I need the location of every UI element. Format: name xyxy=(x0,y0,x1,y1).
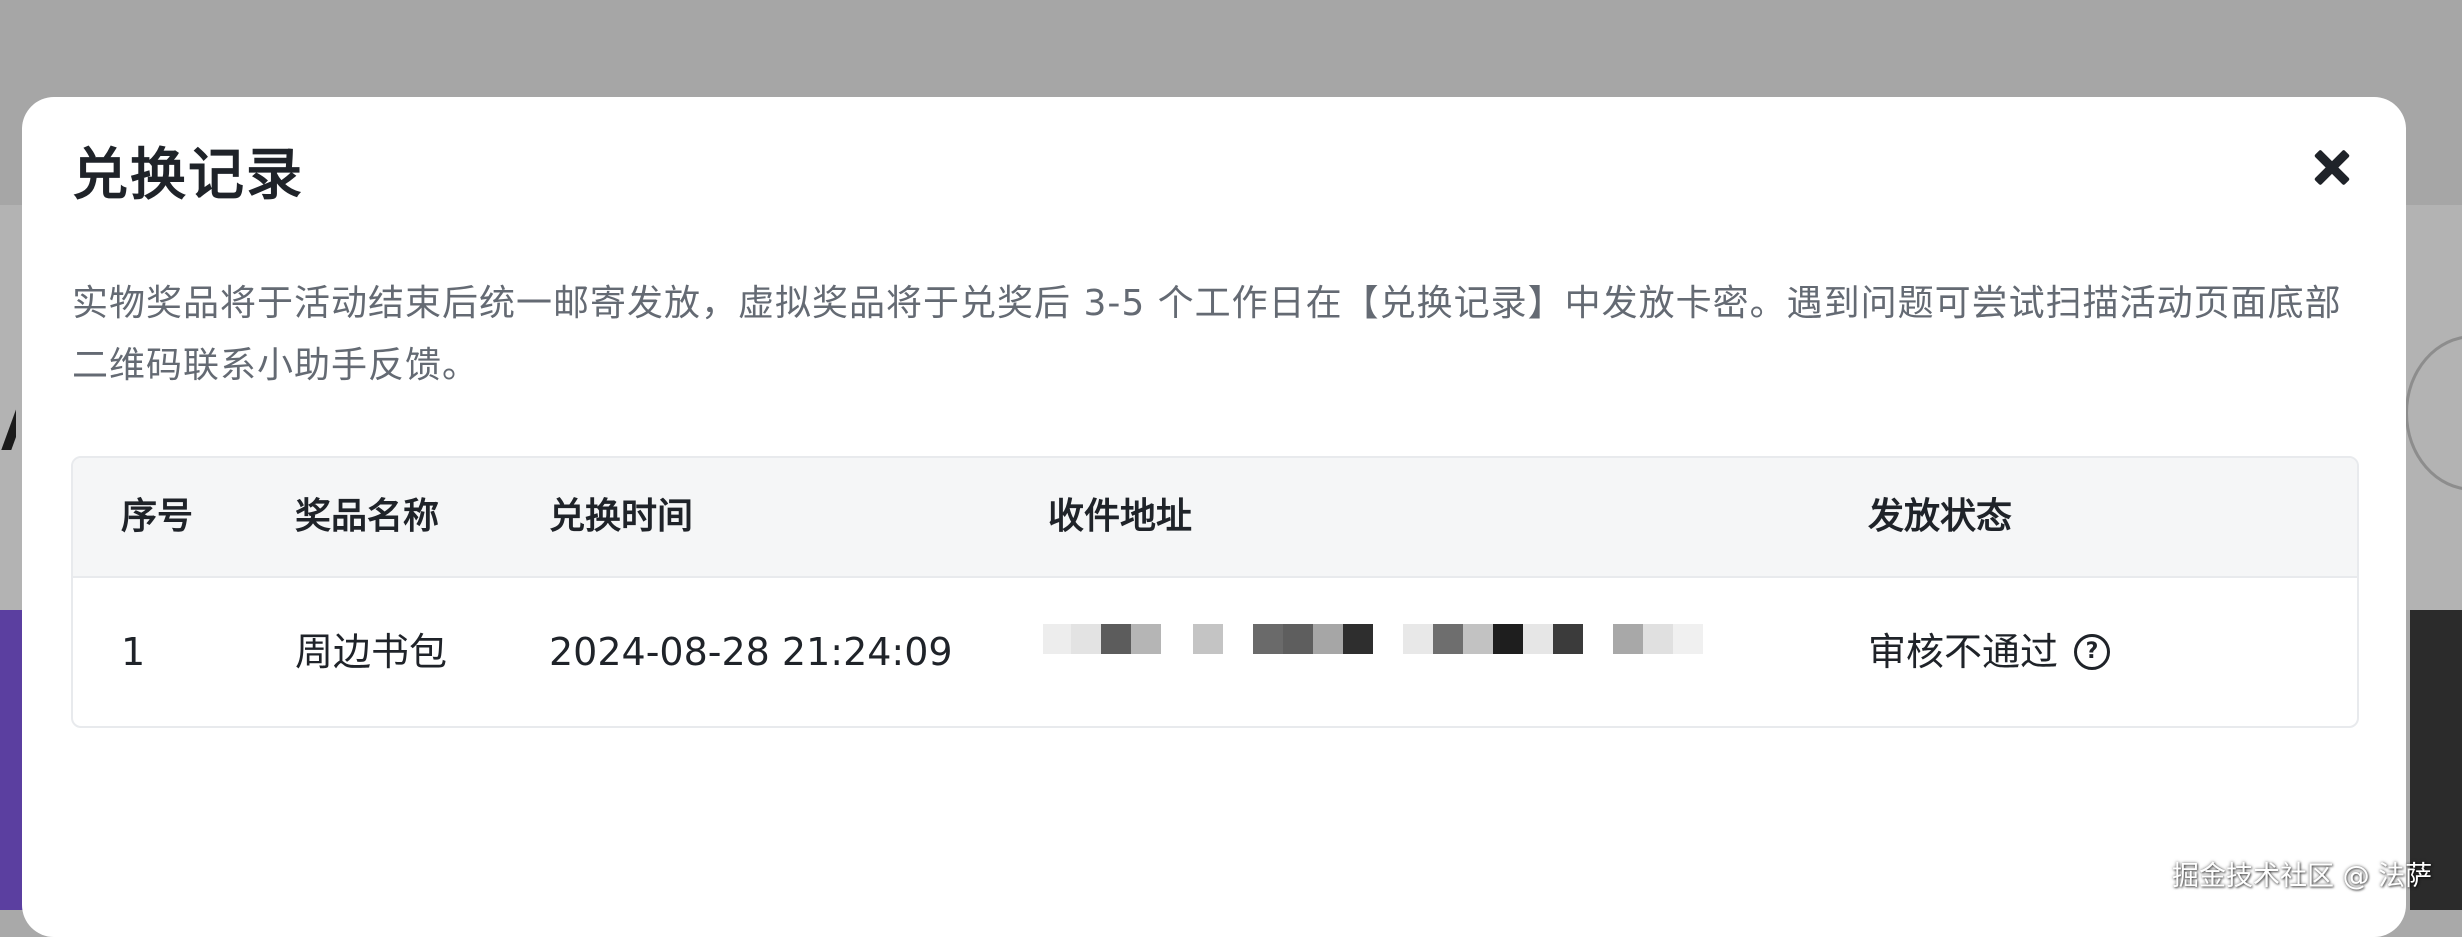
cell-status: 审核不通过? xyxy=(1868,578,2111,726)
cell-address-masked xyxy=(1043,624,1723,658)
cell-redeem-time: 2024-08-28 21:24:09 xyxy=(549,630,953,674)
watermark: 掘金技术社区 @ 法萨 xyxy=(2172,861,2433,892)
question-circle-icon[interactable]: ? xyxy=(2074,633,2111,670)
status-text: 审核不通过 xyxy=(1868,630,2059,674)
notice-text: 实物奖品将于活动结束后统一邮寄发放，虚拟奖品将于兑奖后 3-5 个工作日在【兑换… xyxy=(72,283,2342,386)
redeem-record-modal: 兑换记录 实物奖品将于活动结束后统一邮寄发放，虚拟奖品将于兑奖后 3-5 个工作… xyxy=(22,97,2406,937)
cell-prize-name: 周边书包 xyxy=(295,630,448,674)
table-header: 序号 奖品名称 兑换时间 收件地址 发放状态 xyxy=(73,458,2357,578)
header-address: 收件地址 xyxy=(1048,496,1193,537)
header-prize-name: 奖品名称 xyxy=(295,496,440,537)
background-banner-left xyxy=(0,610,24,910)
cell-index: 1 xyxy=(121,630,146,674)
header-index: 序号 xyxy=(121,496,194,537)
close-button[interactable] xyxy=(2304,139,2360,195)
header-status: 发放状态 xyxy=(1868,496,2013,537)
close-icon xyxy=(2304,139,2360,195)
modal-title: 兑换记录 xyxy=(72,143,304,208)
header-redeem-time: 兑换时间 xyxy=(549,496,694,537)
background-glyph xyxy=(0,360,16,470)
redeem-record-table: 序号 奖品名称 兑换时间 收件地址 发放状态 1 周边书包 2024-08-28… xyxy=(71,456,2359,728)
table-row: 1 周边书包 2024-08-28 21:24:09 审核不通过 ? xyxy=(73,578,2357,726)
